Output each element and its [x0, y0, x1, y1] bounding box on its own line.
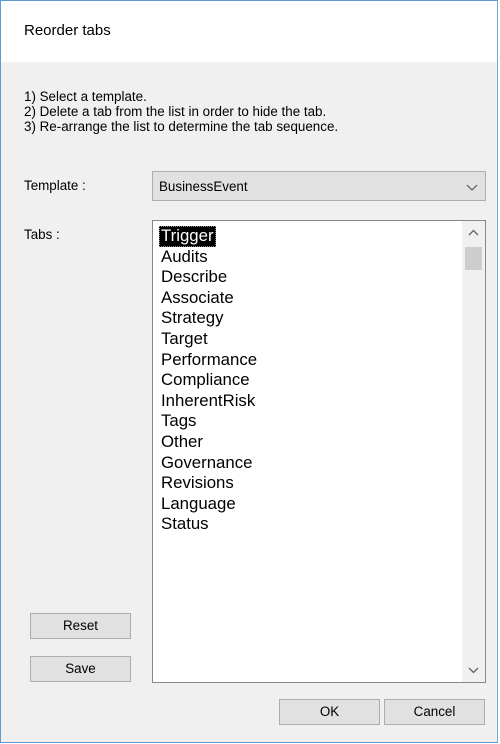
list-item[interactable]: Associate	[159, 288, 259, 309]
template-label: Template :	[24, 178, 86, 193]
chevron-down-icon[interactable]	[462, 659, 485, 682]
list-item[interactable]: Tags	[159, 411, 259, 432]
list-item-label: Strategy	[161, 308, 224, 328]
scrollbar-thumb[interactable]	[465, 247, 482, 270]
reorder-tabs-dialog: Reorder tabs 1) Select a template. 2) De…	[0, 0, 498, 743]
reset-button[interactable]: Reset	[30, 613, 131, 639]
instruction-line: 1) Select a template.	[24, 89, 147, 104]
list-item[interactable]: Trigger	[159, 226, 259, 247]
list-item[interactable]: Performance	[159, 350, 259, 371]
chevron-down-icon	[464, 179, 480, 195]
vertical-scrollbar[interactable]	[462, 221, 485, 682]
list-item-label: Describe	[161, 267, 228, 287]
list-item[interactable]: Audits	[159, 247, 259, 268]
list-item[interactable]: Target	[159, 329, 259, 350]
list-item[interactable]: Status	[159, 514, 259, 535]
list-item-label: Language	[161, 493, 236, 513]
ok-button[interactable]: OK	[279, 699, 380, 725]
list-item[interactable]: Strategy	[159, 308, 259, 329]
list-item[interactable]: Other	[159, 432, 259, 453]
list-item-label: Associate	[161, 287, 234, 307]
tabs-label: Tabs :	[24, 227, 60, 242]
list-item-label: InherentRisk	[161, 390, 256, 410]
list-item[interactable]: Revisions	[159, 473, 259, 494]
list-item-label: Other	[161, 431, 203, 451]
chevron-up-icon[interactable]	[462, 221, 485, 244]
list-item-label: Performance	[161, 349, 258, 369]
list-item-label: Audits	[161, 246, 208, 266]
cancel-button[interactable]: Cancel	[384, 699, 485, 725]
tabs-list: Trigger Audits Describe Associate Strategy Ta…	[159, 226, 259, 535]
list-item-label: Compliance	[161, 370, 250, 390]
list-item-label: Target	[161, 328, 208, 348]
dialog-title: Reorder tabs	[24, 22, 111, 39]
list-item[interactable]: Describe	[159, 267, 259, 288]
template-select[interactable]: BusinessEvent	[152, 171, 486, 201]
instruction-line: 2) Delete a tab from the list in order t…	[24, 104, 327, 119]
template-select-value: BusinessEvent	[159, 179, 248, 194]
list-item-label: Tags	[161, 411, 197, 431]
list-item-label: Revisions	[161, 473, 234, 493]
list-item[interactable]: Language	[159, 494, 259, 515]
list-item-label: Trigger	[159, 226, 216, 247]
title-bar[interactable]: Reorder tabs	[1, 1, 497, 62]
instructions: 1) Select a template. 2) Delete a tab fr…	[24, 89, 338, 134]
save-button[interactable]: Save	[30, 656, 131, 682]
list-item[interactable]: Compliance	[159, 370, 259, 391]
list-item[interactable]: InherentRisk	[159, 391, 259, 412]
list-item-label: Governance	[161, 452, 253, 472]
list-item[interactable]: Governance	[159, 453, 259, 474]
tabs-listbox[interactable]: Trigger Audits Describe Associate Strategy Ta…	[152, 220, 486, 683]
list-item-label: Status	[161, 514, 209, 534]
instruction-line: 3) Re-arrange the list to determine the …	[24, 119, 339, 134]
